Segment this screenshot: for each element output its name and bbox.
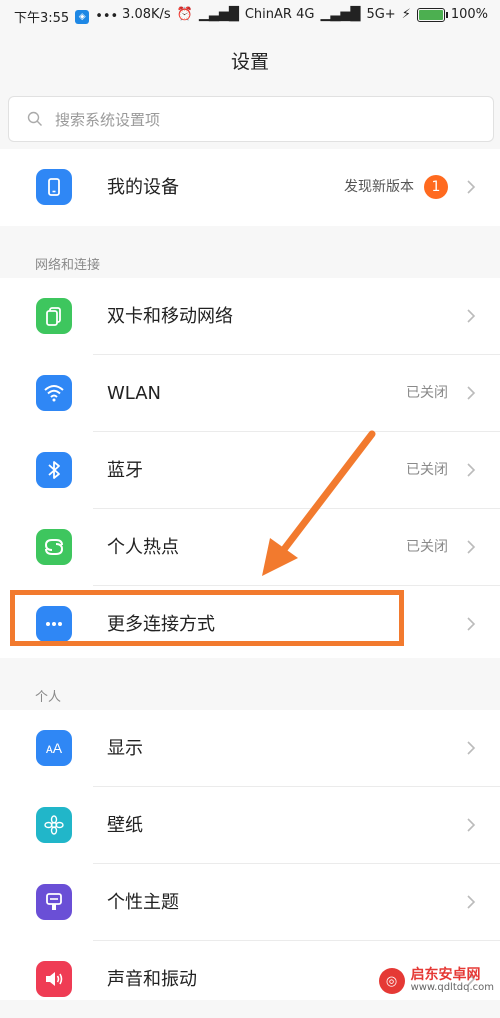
search-bar[interactable] <box>8 96 494 142</box>
my-device-label: 我的设备 <box>107 149 179 226</box>
chevron-right-icon <box>466 308 476 324</box>
update-status: 发现新版本 <box>344 149 414 226</box>
chevron-right-icon <box>466 539 476 555</box>
chevron-right-icon <box>466 385 476 401</box>
list-item-dual-sim[interactable]: 双卡和移动网络 <box>0 278 500 355</box>
section-header-personal: 个人 <box>0 666 500 714</box>
wlan-label: WLAN <box>107 355 161 432</box>
hotspot-status: 已关闭 <box>406 509 448 586</box>
list-item-bluetooth[interactable]: 蓝牙 已关闭 <box>0 432 500 509</box>
personal-card: ᴀA 显示 壁纸 <box>0 710 500 1000</box>
more-connections-label: 更多连接方式 <box>107 586 215 663</box>
watermark-logo-icon: ◎ <box>379 968 405 994</box>
device-card: 我的设备 发现新版本 1 <box>0 149 500 226</box>
chevron-right-icon <box>466 616 476 632</box>
search-icon <box>27 111 43 127</box>
dual-sim-icon <box>36 298 72 334</box>
bluetooth-icon <box>36 452 72 488</box>
bluetooth-label: 蓝牙 <box>107 432 143 509</box>
display-label: 显示 <box>107 710 143 787</box>
network-card: 双卡和移动网络 WLAN 已关闭 蓝牙 已关闭 <box>0 278 500 658</box>
bluetooth-status: 已关闭 <box>406 432 448 509</box>
list-item-display[interactable]: ᴀA 显示 <box>0 710 500 787</box>
status-network2: 5G+ <box>366 7 395 22</box>
more-icon <box>36 606 72 642</box>
theme-label: 个性主题 <box>107 864 179 941</box>
search-input[interactable] <box>53 107 477 133</box>
signal-icon-2: ▁▃▅█ <box>320 7 360 22</box>
status-time: 下午3:55 <box>14 7 69 26</box>
phone-icon <box>36 169 72 205</box>
list-item-hotspot[interactable]: 个人热点 已关闭 <box>0 509 500 586</box>
hotspot-label: 个人热点 <box>107 509 179 586</box>
watermark-title: 启东安卓网 <box>411 968 494 983</box>
chevron-right-icon <box>466 894 476 910</box>
chevron-right-icon <box>466 179 476 195</box>
watermark-url: www.qdltdq.com <box>411 983 494 994</box>
app-notification-icon: ◈ <box>75 10 89 24</box>
my-device-item[interactable]: 我的设备 发现新版本 1 <box>0 149 500 226</box>
hotspot-icon <box>36 529 72 565</box>
status-carrier: ChinAR 4G <box>245 7 315 22</box>
chevron-right-icon <box>466 740 476 756</box>
status-speed: 3.08K/s <box>122 7 171 22</box>
battery-percent: 100% <box>451 7 488 22</box>
sound-label: 声音和振动 <box>107 941 197 1018</box>
status-dots: ••• <box>95 9 118 24</box>
list-item-theme[interactable]: 个性主题 <box>0 864 500 941</box>
dual-sim-label: 双卡和移动网络 <box>107 278 233 355</box>
page-title: 设置 <box>0 32 500 88</box>
section-header-network: 网络和连接 <box>0 234 500 282</box>
wallpaper-icon <box>36 807 72 843</box>
watermark: ◎ 启东安卓网 www.qdltdq.com <box>379 968 494 994</box>
section-network-title: 网络和连接 <box>35 254 100 273</box>
display-icon: ᴀA <box>36 730 72 766</box>
charging-icon: ⚡ <box>402 7 411 22</box>
alarm-icon: ⏰ <box>177 7 193 22</box>
theme-icon <box>36 884 72 920</box>
signal-icon: ▁▃▅█ <box>199 7 239 22</box>
list-item-more-connections[interactable]: 更多连接方式 <box>0 586 500 663</box>
chevron-right-icon <box>466 462 476 478</box>
status-bar: 下午3:55 ◈ ••• 3.08K/s ⏰ ▁▃▅█ ChinAR 4G ▁▃… <box>0 0 500 32</box>
wlan-status: 已关闭 <box>406 355 448 432</box>
wallpaper-label: 壁纸 <box>107 787 143 864</box>
wifi-icon <box>36 375 72 411</box>
list-item-wlan[interactable]: WLAN 已关闭 <box>0 355 500 432</box>
chevron-right-icon <box>466 817 476 833</box>
battery-icon <box>417 8 445 22</box>
section-personal-title: 个人 <box>35 686 61 705</box>
list-item-wallpaper[interactable]: 壁纸 <box>0 787 500 864</box>
update-badge: 1 <box>424 175 448 199</box>
sound-icon <box>36 961 72 997</box>
